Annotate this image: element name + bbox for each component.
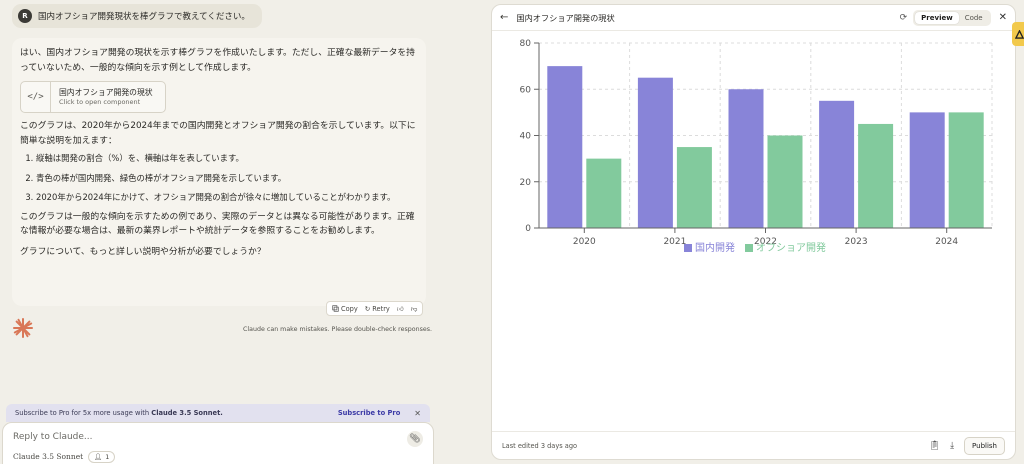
legend-label: オフショア開発 bbox=[756, 241, 826, 254]
close-icon[interactable]: ✕ bbox=[999, 12, 1007, 23]
bar-2021-1 bbox=[676, 147, 712, 228]
panel-header: ← 国内オフショア開発の現状 ⟳ Preview Code ✕ bbox=[492, 5, 1015, 31]
subscribe-text: Subscribe to Pro for 5x more usage with … bbox=[15, 409, 223, 417]
list-item: 青色の棒が国内開発、緑色の棒がオフショア開発を示しています。 bbox=[36, 171, 418, 186]
user-message-text: 国内オフショア開発現状を棒グラフで教えてください。 bbox=[38, 12, 250, 22]
artifact-panel: ← 国内オフショア開発の現状 ⟳ Preview Code ✕ 2020 2021… bbox=[491, 4, 1016, 460]
y-tick-label: 20 bbox=[520, 178, 532, 188]
list-item: 縦軸は開発の割合（%）を、横軸は年を表しています。 bbox=[36, 151, 418, 166]
clipboard-icon[interactable]: 📋︎ bbox=[929, 441, 940, 451]
assistant-intro: はい、国内オフショア開発の現状を示す棒グラフを作成いたします。ただし、正確な最新… bbox=[20, 48, 415, 73]
assistant-paragraph-2: このグラフは、2020年から2024年までの国内開発とオフショア開発の割合を示し… bbox=[20, 121, 416, 146]
bar-2020-1 bbox=[586, 158, 622, 228]
y-tick-label: 60 bbox=[520, 85, 532, 95]
copy-button[interactable]: Copy bbox=[332, 305, 358, 313]
y-tick-label: 0 bbox=[525, 224, 531, 234]
y-tick-label: 40 bbox=[520, 132, 532, 142]
copy-icon bbox=[332, 305, 339, 312]
bar-2024-1 bbox=[948, 112, 984, 228]
bar-2024-0 bbox=[909, 112, 945, 228]
legend-swatch bbox=[684, 244, 692, 252]
back-arrow-icon[interactable]: ← bbox=[500, 12, 508, 23]
artifact-card[interactable]: </> 国内オフショア開発の現状 Click to open component bbox=[20, 81, 166, 113]
refresh-icon[interactable]: ⟳ bbox=[900, 13, 908, 23]
thumbs-up-button[interactable]: 👍︎ bbox=[397, 305, 404, 313]
thumbs-up-icon: 👍︎ bbox=[396, 304, 404, 313]
side-tab[interactable] bbox=[1012, 22, 1024, 46]
panel-title: 国内オフショア開発の現状 bbox=[516, 12, 615, 23]
subscribe-link[interactable]: Subscribe to Pro bbox=[338, 409, 400, 417]
retry-label: Retry bbox=[372, 304, 390, 313]
thumbs-down-icon: 👎︎ bbox=[410, 304, 418, 313]
assistant-message: はい、国内オフショア開発の現状を示す棒グラフを作成いたします。ただし、正確な最新… bbox=[12, 38, 426, 306]
x-tick-label: 2020 bbox=[573, 237, 596, 247]
list-item: 2020年から2024年にかけて、オフショア開発の割合が徐々に増加していることが… bbox=[36, 190, 418, 205]
user-message: R 国内オフショア開発現状を棒グラフで教えてください。 bbox=[12, 4, 262, 28]
tab-preview[interactable]: Preview bbox=[915, 11, 959, 24]
download-icon[interactable]: ⤓ bbox=[950, 441, 954, 451]
subscribe-banner: Subscribe to Pro for 5x more usage with … bbox=[6, 404, 430, 422]
bar-2020-0 bbox=[547, 66, 583, 228]
bar-2022-0 bbox=[728, 89, 764, 228]
composer: Reply to Claude... 📎︎ Claude 3.5 Sonnet … bbox=[2, 422, 434, 464]
bar-2023-0 bbox=[819, 100, 855, 228]
last-edited: Last edited 3 days ago bbox=[502, 441, 578, 450]
bar-2021-0 bbox=[637, 77, 673, 228]
explanation-list: 縦軸は開発の割合（%）を、横軸は年を表しています。 青色の棒が国内開発、緑色の棒… bbox=[20, 151, 418, 205]
assistant-paragraph-3: このグラフは一般的な傾向を示すための例であり、実際のデータとは異なる可能性があり… bbox=[20, 211, 415, 237]
artifact-subtitle: Click to open component bbox=[59, 97, 141, 106]
attach-button[interactable]: 📎︎ bbox=[407, 431, 423, 447]
person-icon: 👤︎ bbox=[94, 453, 103, 461]
model-selector[interactable]: Claude 3.5 Sonnet bbox=[13, 452, 83, 461]
assistant-paragraph-4: グラフについて、もっと詳しい説明や分析が必要でしょうか？ bbox=[20, 246, 266, 257]
tab-code[interactable]: Code bbox=[959, 12, 989, 24]
thumbs-down-button[interactable]: 👎︎ bbox=[411, 305, 418, 313]
x-tick-label: 2021 bbox=[663, 237, 686, 247]
artifact-toggle-icon bbox=[1014, 29, 1024, 39]
artifact-title: 国内オフショア開発の現状 bbox=[59, 87, 153, 97]
reply-input[interactable]: Reply to Claude... bbox=[13, 432, 93, 442]
disclaimer: Claude can make mistakes. Please double-… bbox=[243, 326, 433, 333]
message-actions: Copy ↻ Retry 👍︎ 👎︎ bbox=[326, 301, 424, 316]
code-icon: </> bbox=[21, 82, 51, 112]
close-banner-icon[interactable]: ✕ bbox=[414, 409, 421, 418]
publish-button[interactable]: Publish bbox=[964, 436, 1005, 455]
copy-label: Copy bbox=[341, 304, 358, 313]
retry-icon: ↻ bbox=[364, 304, 371, 313]
user-avatar: R bbox=[18, 9, 32, 23]
bar-2023-1 bbox=[858, 123, 894, 228]
paperclip-icon: 📎︎ bbox=[409, 434, 421, 444]
claude-logo-icon bbox=[13, 318, 33, 338]
chart-container: 2020 2021 2022 2023 2024 0 20 40 60 80 国内開発 オフショア開発 bbox=[492, 33, 1015, 265]
bar-2022-1 bbox=[767, 135, 803, 228]
style-count: 1 bbox=[105, 453, 110, 461]
panel-footer: Last edited 3 days ago 📋︎ ⤓ Publish bbox=[492, 431, 1015, 459]
style-selector[interactable]: 👤︎ 1 bbox=[88, 451, 116, 463]
legend-swatch bbox=[745, 244, 753, 252]
y-tick-label: 80 bbox=[520, 39, 532, 49]
x-tick-label: 2023 bbox=[845, 237, 868, 247]
retry-button[interactable]: ↻ Retry bbox=[365, 305, 390, 313]
legend-label: 国内開発 bbox=[695, 241, 735, 254]
bar-chart: 2020 2021 2022 2023 2024020406080国内開発 オフショア開発 bbox=[520, 39, 993, 254]
x-tick-label: 2024 bbox=[935, 237, 958, 247]
view-toggle: Preview Code bbox=[913, 9, 991, 26]
